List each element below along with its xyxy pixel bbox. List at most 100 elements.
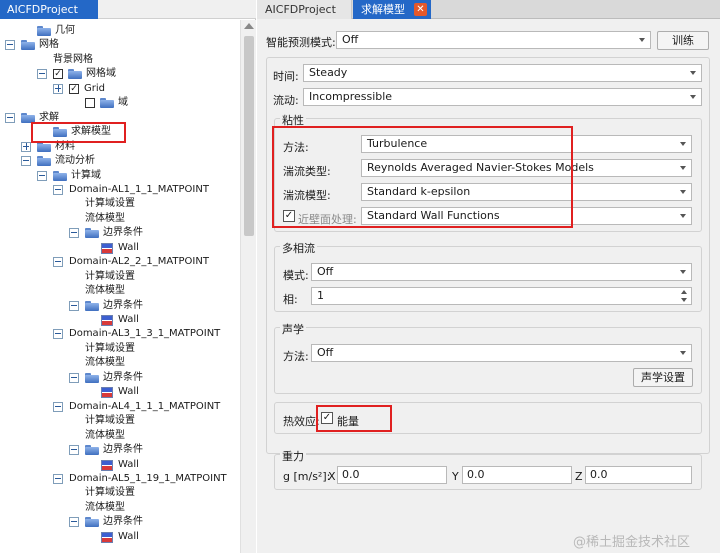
gravity-title: 重力 <box>280 448 306 464</box>
select-value: Off <box>317 265 334 278</box>
tree-item[interactable]: 计算域设置 <box>0 486 236 500</box>
train-button[interactable]: 训练 <box>657 31 709 50</box>
highlight-box-solver-model <box>31 122 126 143</box>
spin-up-icon[interactable] <box>681 290 687 294</box>
tree-item[interactable]: 计算域设置 <box>0 270 236 284</box>
tree-item-label: 边界条件 <box>103 299 143 311</box>
tree-item[interactable]: Wall <box>0 313 236 327</box>
tree-item[interactable]: 几何 <box>0 24 236 38</box>
collapse-icon[interactable] <box>53 257 63 268</box>
collapse-icon[interactable] <box>69 517 79 528</box>
gravity-z-input[interactable]: 0.0 <box>585 466 692 484</box>
flow-select[interactable]: Incompressible <box>303 88 702 106</box>
collapse-icon[interactable] <box>69 300 79 311</box>
tree-item[interactable]: 流体模型 <box>0 501 236 515</box>
wall-boundary-icon <box>101 531 113 543</box>
scroll-up-arrow-icon[interactable] <box>244 23 254 29</box>
collapse-icon[interactable] <box>69 372 79 383</box>
project-tree-panel: AICFDProject 几何 网格 背景网格 ✓ 网格域 ✓ Grid 域求解 求解模型 材料流… <box>0 0 256 553</box>
tab-aicfd-project[interactable]: AICFDProject <box>257 0 352 19</box>
chevron-down-icon <box>639 38 645 42</box>
tree-item-label: Wall <box>118 458 139 470</box>
tree-checkbox[interactable] <box>85 98 95 109</box>
tree-item[interactable]: 边界条件 <box>0 226 236 240</box>
tree-item[interactable]: 边界条件 <box>0 299 236 313</box>
gravity-x-input[interactable]: 0.0 <box>337 466 447 484</box>
collapse-icon[interactable] <box>53 401 63 412</box>
tree-item-label: 计算域设置 <box>85 342 135 354</box>
tree-item[interactable]: 边界条件 <box>0 371 236 385</box>
collapse-icon[interactable] <box>53 329 63 340</box>
tree-item[interactable]: 网格 <box>0 38 236 52</box>
tree-item[interactable]: ✓ Grid <box>0 82 236 96</box>
solver-model-panel: AICFDProject 求解模型 ✕ 智能预测模式: Off 训练 时间: S… <box>257 0 720 553</box>
tree-item[interactable]: Wall <box>0 530 236 544</box>
tree-item[interactable]: Domain-AL1_1_1_MATPOINT <box>0 183 236 197</box>
tree-item[interactable]: Domain-AL2_2_1_MATPOINT <box>0 255 236 269</box>
tree-item[interactable]: Wall <box>0 241 236 255</box>
collapse-icon[interactable] <box>5 112 15 123</box>
select-value: Incompressible <box>309 90 393 103</box>
tree-checkbox[interactable]: ✓ <box>69 83 79 94</box>
tree-item-label: 计算域 <box>71 169 101 181</box>
multiphase-mode-select[interactable]: Off <box>311 263 692 281</box>
expand-icon[interactable] <box>53 83 63 94</box>
tree-item[interactable]: 计算域 <box>0 169 236 183</box>
tree-item[interactable]: 流体模型 <box>0 284 236 298</box>
acoustics-title: 声学 <box>280 321 306 337</box>
scrollbar-thumb[interactable] <box>244 36 254 236</box>
panel-scrollbar[interactable] <box>712 20 720 553</box>
tree-item[interactable]: Domain-AL5_1_19_1_MATPOINT <box>0 472 236 486</box>
collapse-icon[interactable] <box>37 69 47 80</box>
tree-item-label: Grid <box>84 82 105 94</box>
tree-checkbox[interactable]: ✓ <box>53 69 63 80</box>
tree-item-label: 流动分析 <box>55 155 95 167</box>
tree-item[interactable]: 域 <box>0 96 236 110</box>
tree-item[interactable]: Domain-AL3_1_3_1_MATPOINT <box>0 327 236 341</box>
spin-down-icon[interactable] <box>681 298 687 302</box>
tab-solver-model[interactable]: 求解模型 ✕ <box>353 0 431 19</box>
collapse-icon[interactable] <box>53 184 63 195</box>
tree-item[interactable]: 背景网格 <box>0 53 236 67</box>
phase-spinbox[interactable]: 1 <box>311 287 692 305</box>
select-value: Off <box>342 33 359 46</box>
tree-scrollbar[interactable] <box>240 20 256 553</box>
tree-item[interactable]: 流动分析 <box>0 154 236 168</box>
collapse-icon[interactable] <box>69 445 79 456</box>
tree-item[interactable]: Wall <box>0 385 236 399</box>
tree-item[interactable]: 流体模型 <box>0 429 236 443</box>
folder-icon <box>85 300 99 311</box>
time-select[interactable]: Steady <box>303 64 702 82</box>
wall-boundary-icon <box>101 315 113 326</box>
time-label: 时间: <box>273 70 299 83</box>
folder-icon <box>68 69 82 80</box>
expand-icon[interactable] <box>21 141 31 152</box>
acoustics-settings-button[interactable]: 声学设置 <box>633 368 693 387</box>
folder-icon <box>85 372 99 383</box>
tree-item[interactable]: 计算域设置 <box>0 197 236 211</box>
close-icon[interactable]: ✕ <box>414 3 427 16</box>
tree-item[interactable]: ✓ 网格域 <box>0 67 236 81</box>
collapse-icon[interactable] <box>69 228 79 239</box>
collapse-icon[interactable] <box>53 473 63 484</box>
folder-icon <box>53 170 67 181</box>
tree-item-label: 流体模型 <box>85 212 125 224</box>
tree-item[interactable]: 计算域设置 <box>0 414 236 428</box>
collapse-icon[interactable] <box>37 170 47 181</box>
smart-predict-select[interactable]: Off <box>336 31 651 49</box>
tree-item-label: 计算域设置 <box>85 487 135 499</box>
tree-item[interactable]: Domain-AL4_1_1_1_MATPOINT <box>0 400 236 414</box>
chevron-down-icon <box>680 166 686 170</box>
tree-item[interactable]: Wall <box>0 458 236 472</box>
tree-item[interactable]: 流体模型 <box>0 212 236 226</box>
tab-bar: AICFDProject 求解模型 ✕ <box>257 0 720 19</box>
acoustics-method-select[interactable]: Off <box>311 344 692 362</box>
gravity-y-input[interactable]: 0.0 <box>462 466 572 484</box>
chevron-down-icon <box>680 190 686 194</box>
tree-item[interactable]: 边界条件 <box>0 443 236 457</box>
tree-item[interactable]: 流体模型 <box>0 356 236 370</box>
tree-item[interactable]: 边界条件 <box>0 515 236 529</box>
collapse-icon[interactable] <box>21 156 31 167</box>
collapse-icon[interactable] <box>5 40 15 51</box>
tree-item[interactable]: 计算域设置 <box>0 342 236 356</box>
